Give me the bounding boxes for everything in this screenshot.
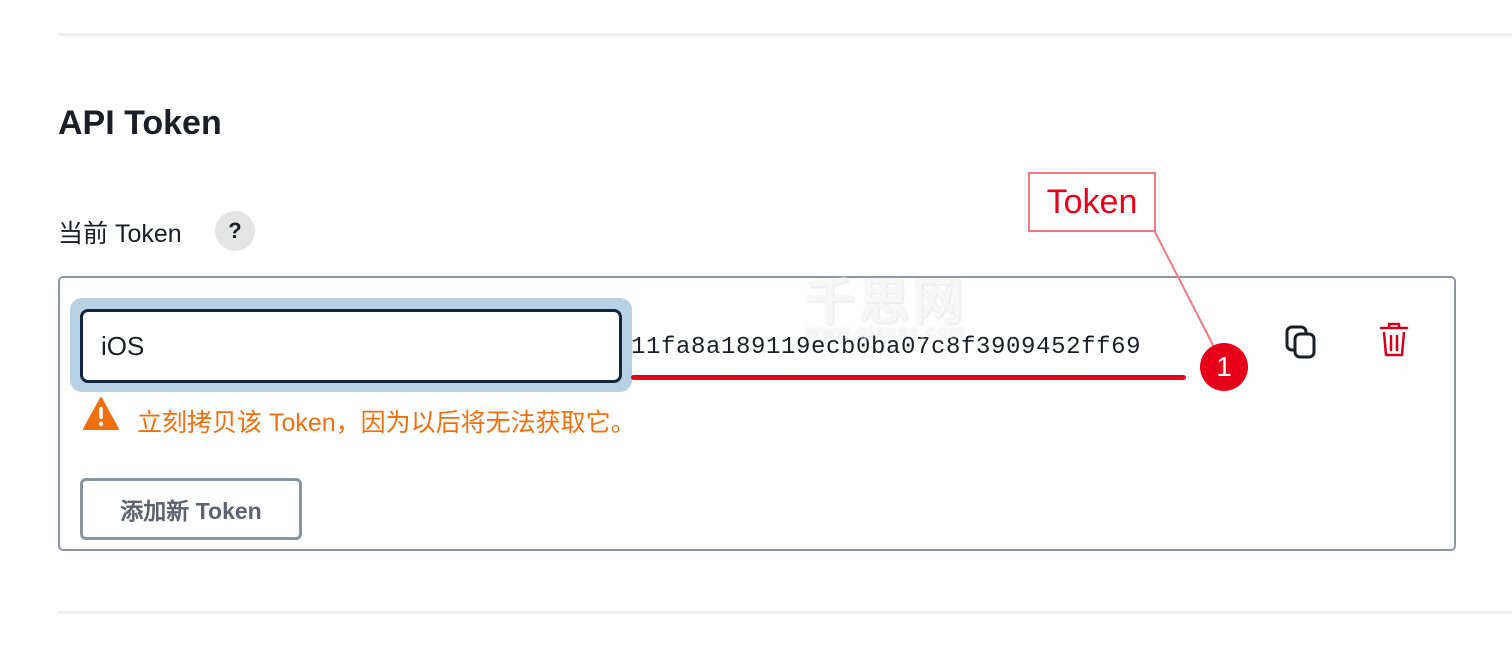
copy-icon[interactable]	[1282, 322, 1322, 362]
token-callout-label: Token	[1028, 172, 1156, 232]
token-highlight-underline	[631, 375, 1186, 380]
section-divider-top	[58, 33, 1512, 36]
warning-message: 立刻拷贝该 Token，因为以后将无法获取它。	[137, 409, 636, 437]
api-token-page: API Token 当前 Token ? 11fa8a189119ecb0ba0…	[0, 0, 1512, 660]
current-token-label: 当前 Token	[58, 220, 182, 248]
section-divider-bottom	[58, 611, 1512, 614]
token-name-input[interactable]	[80, 309, 622, 383]
add-token-button[interactable]: 添加新 Token	[80, 478, 302, 540]
token-value: 11fa8a189119ecb0ba07c8f3909452ff69	[631, 334, 1142, 361]
warning-triangle-icon	[83, 397, 119, 430]
section-title: API Token	[58, 104, 222, 142]
callout-number-badge: 1	[1200, 343, 1248, 391]
help-icon[interactable]: ?	[215, 211, 255, 251]
trash-icon[interactable]	[1378, 322, 1410, 358]
